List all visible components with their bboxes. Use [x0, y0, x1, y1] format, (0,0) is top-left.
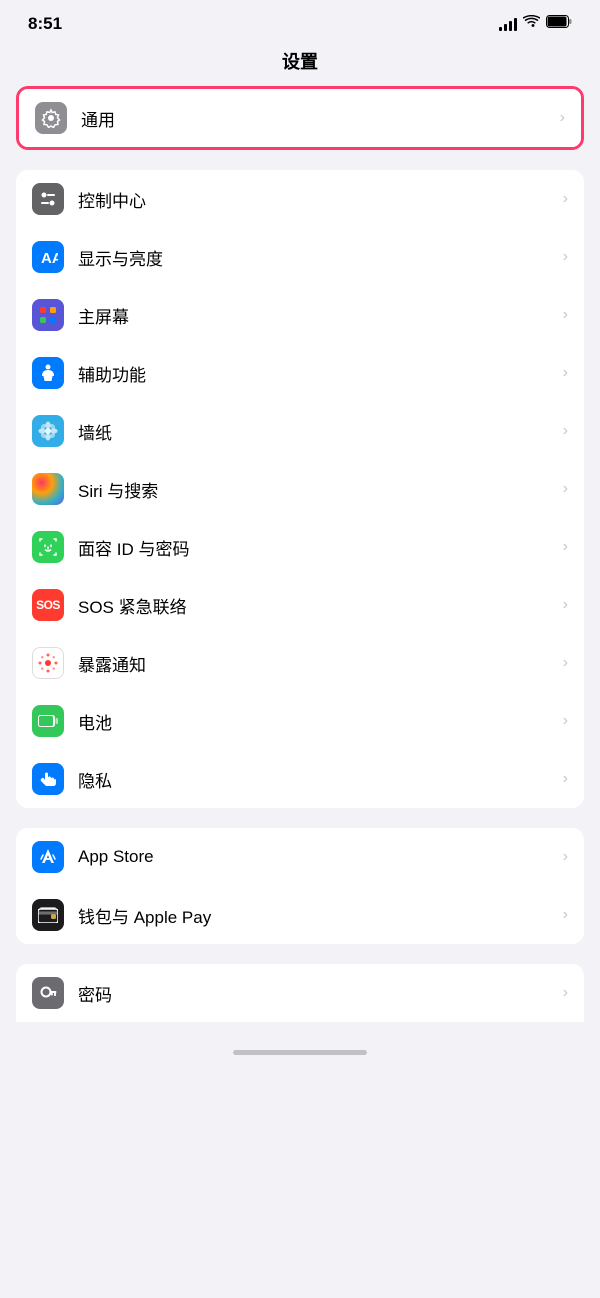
privacy-chevron: › [563, 770, 568, 788]
general-icon [35, 102, 67, 134]
row-siri[interactable]: Siri 与搜索 › [16, 460, 584, 518]
faceid-label: 面容 ID 与密码 [78, 535, 555, 560]
battery-icon [546, 15, 572, 33]
row-general[interactable]: 通用 › [19, 89, 581, 147]
display-chevron: › [563, 248, 568, 266]
sliders-icon [38, 189, 58, 209]
home-indicator [0, 1042, 600, 1059]
status-bar: 8:51 [0, 0, 600, 42]
wallet-chevron: › [563, 906, 568, 924]
general-label: 通用 [81, 106, 552, 131]
app-store-label: App Store [78, 847, 555, 867]
row-passwords[interactable]: 密码 › [16, 964, 584, 1022]
passwords-icon [32, 977, 64, 1009]
home-screen-icon [32, 299, 64, 331]
battery-settings-icon [32, 705, 64, 737]
gear-icon [41, 108, 61, 128]
control-center-icon [32, 183, 64, 215]
row-sos[interactable]: SOS SOS 紧急联络 › [16, 576, 584, 634]
sos-chevron: › [563, 596, 568, 614]
battery-chevron: › [563, 712, 568, 730]
row-accessibility[interactable]: 辅助功能 › [16, 344, 584, 402]
app-store-icon [32, 841, 64, 873]
wallet-label: 钱包与 Apple Pay [78, 903, 555, 928]
siri-chevron: › [563, 480, 568, 498]
row-app-store[interactable]: App Store › [16, 828, 584, 886]
wallet-svg-icon [38, 907, 58, 923]
accessibility-chevron: › [563, 364, 568, 382]
row-exposure[interactable]: 暴露通知 › [16, 634, 584, 692]
status-time: 8:51 [28, 14, 62, 34]
exposure-icon [32, 647, 64, 679]
section-general: 通用 › [16, 86, 584, 150]
key-icon [38, 983, 58, 1003]
wallpaper-icon [32, 415, 64, 447]
privacy-label: 隐私 [78, 767, 555, 792]
accessibility-person-icon [38, 363, 58, 383]
row-wallet[interactable]: 钱包与 Apple Pay › [16, 886, 584, 944]
privacy-icon [32, 763, 64, 795]
home-screen-label: 主屏幕 [78, 303, 555, 328]
battery-svg-icon [38, 714, 58, 728]
siri-icon [32, 473, 64, 505]
passwords-label: 密码 [78, 981, 555, 1006]
accessibility-label: 辅助功能 [78, 361, 555, 386]
general-chevron: › [560, 109, 565, 127]
wallet-icon [32, 899, 64, 931]
flower-icon [38, 421, 58, 441]
siri-label: Siri 与搜索 [78, 477, 555, 502]
row-display[interactable]: AA 显示与亮度 › [16, 228, 584, 286]
row-privacy[interactable]: 隐私 › [16, 750, 584, 808]
display-brightness-icon: AA [38, 247, 58, 267]
exposure-label: 暴露通知 [78, 651, 555, 676]
control-center-chevron: › [563, 190, 568, 208]
passwords-chevron: › [563, 984, 568, 1002]
battery-label: 电池 [78, 709, 555, 734]
hand-icon [38, 769, 58, 789]
display-icon: AA [32, 241, 64, 273]
page-title: 设置 [0, 42, 600, 86]
display-label: 显示与亮度 [78, 245, 555, 270]
app-store-a-icon [38, 847, 58, 867]
section-store: App Store › 钱包与 Apple Pay › [16, 828, 584, 944]
control-center-label: 控制中心 [78, 187, 555, 212]
face-scan-icon [38, 537, 58, 557]
faceid-icon [32, 531, 64, 563]
wallpaper-chevron: › [563, 422, 568, 440]
row-wallpaper[interactable]: 墙纸 › [16, 402, 584, 460]
wallpaper-label: 墙纸 [78, 419, 555, 444]
home-bar [233, 1050, 367, 1055]
svg-text:AA: AA [41, 250, 58, 267]
wifi-icon [523, 15, 540, 33]
exposure-dots-icon [37, 652, 59, 674]
accessibility-icon [32, 357, 64, 389]
home-screen-chevron: › [563, 306, 568, 324]
app-store-chevron: › [563, 848, 568, 866]
grid-icon [38, 305, 58, 325]
row-faceid[interactable]: 面容 ID 与密码 › [16, 518, 584, 576]
row-home-screen[interactable]: 主屏幕 › [16, 286, 584, 344]
row-battery[interactable]: 电池 › [16, 692, 584, 750]
sos-icon: SOS [32, 589, 64, 621]
faceid-chevron: › [563, 538, 568, 556]
signal-icon [499, 17, 517, 31]
status-icons [499, 15, 572, 33]
row-control-center[interactable]: 控制中心 › [16, 170, 584, 228]
sos-label: SOS 紧急联络 [78, 593, 555, 618]
exposure-chevron: › [563, 654, 568, 672]
section-display-group: 控制中心 › AA 显示与亮度 › 主屏幕 › [16, 170, 584, 808]
section-passwords: 密码 › [16, 964, 584, 1022]
